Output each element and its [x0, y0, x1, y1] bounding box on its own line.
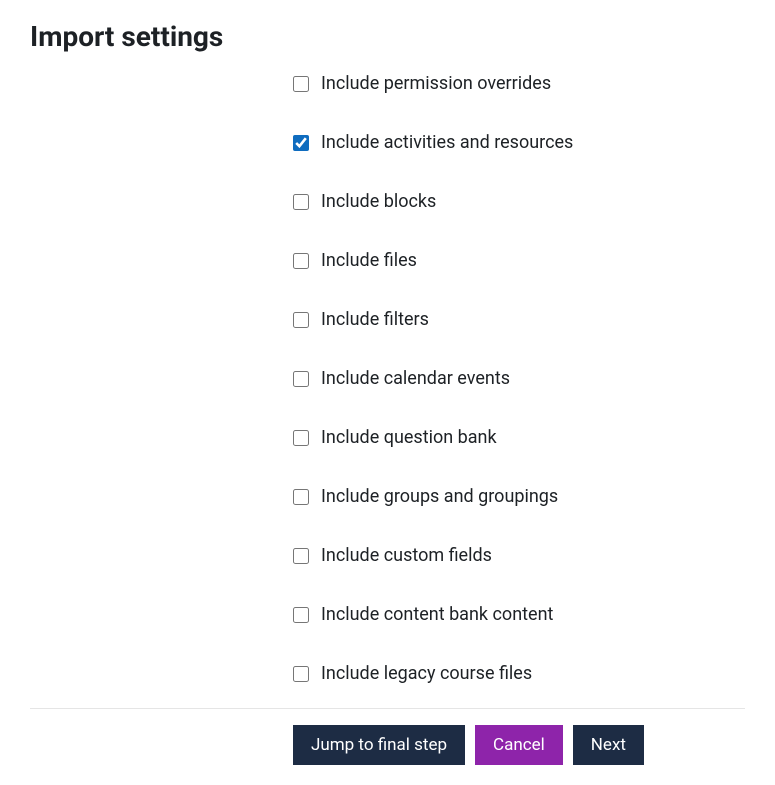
checkbox-row-activities-resources: Include activities and resources [293, 132, 745, 153]
checkbox-row-calendar-events: Include calendar events [293, 368, 745, 389]
checkbox-label-groups-groupings[interactable]: Include groups and groupings [321, 486, 558, 507]
checkbox-row-files: Include files [293, 250, 745, 271]
settings-form: Include permission overrides Include act… [0, 73, 775, 684]
checkbox-label-activities-resources[interactable]: Include activities and resources [321, 132, 573, 153]
checkbox-label-question-bank[interactable]: Include question bank [321, 427, 497, 448]
checkbox-custom-fields[interactable] [293, 548, 309, 564]
checkbox-label-content-bank[interactable]: Include content bank content [321, 604, 553, 625]
checkbox-permission-overrides[interactable] [293, 76, 309, 92]
checkbox-activities-resources[interactable] [293, 135, 309, 151]
checkbox-label-blocks[interactable]: Include blocks [321, 191, 436, 212]
checkbox-label-files[interactable]: Include files [321, 250, 417, 271]
checkbox-question-bank[interactable] [293, 430, 309, 446]
checkbox-row-legacy-course-files: Include legacy course files [293, 663, 745, 684]
checkbox-label-filters[interactable]: Include filters [321, 309, 429, 330]
checkbox-content-bank[interactable] [293, 607, 309, 623]
checkbox-row-filters: Include filters [293, 309, 745, 330]
checkbox-row-custom-fields: Include custom fields [293, 545, 745, 566]
checkbox-row-groups-groupings: Include groups and groupings [293, 486, 745, 507]
page-title: Import settings [30, 20, 775, 53]
divider [30, 708, 745, 709]
checkbox-label-calendar-events[interactable]: Include calendar events [321, 368, 510, 389]
button-row: Jump to final step Cancel Next [293, 725, 775, 765]
checkbox-label-custom-fields[interactable]: Include custom fields [321, 545, 492, 566]
checkbox-row-content-bank: Include content bank content [293, 604, 745, 625]
checkbox-calendar-events[interactable] [293, 371, 309, 387]
checkbox-row-question-bank: Include question bank [293, 427, 745, 448]
checkbox-label-legacy-course-files[interactable]: Include legacy course files [321, 663, 532, 684]
checkbox-blocks[interactable] [293, 194, 309, 210]
checkbox-groups-groupings[interactable] [293, 489, 309, 505]
checkbox-label-permission-overrides[interactable]: Include permission overrides [321, 73, 551, 94]
next-button[interactable]: Next [573, 725, 644, 765]
checkbox-filters[interactable] [293, 312, 309, 328]
checkbox-row-blocks: Include blocks [293, 191, 745, 212]
cancel-button[interactable]: Cancel [475, 725, 563, 765]
checkbox-row-permission-overrides: Include permission overrides [293, 73, 745, 94]
checkbox-files[interactable] [293, 253, 309, 269]
jump-to-final-step-button[interactable]: Jump to final step [293, 725, 465, 765]
checkbox-legacy-course-files[interactable] [293, 666, 309, 682]
